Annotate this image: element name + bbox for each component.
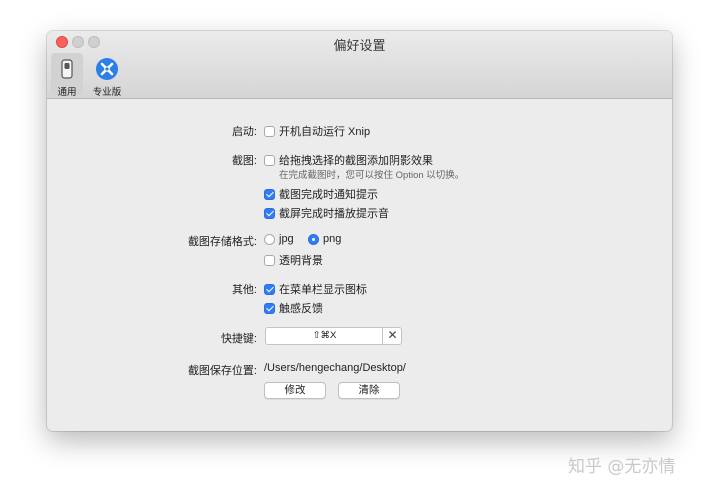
notify-option[interactable]: 截图完成时通知提示: [264, 186, 378, 202]
transparent-option[interactable]: 透明背景: [264, 252, 323, 268]
screenshot-label: 截图:: [231, 155, 257, 167]
launch-at-login-checkbox[interactable]: [264, 125, 275, 137]
shadow-option[interactable]: 给拖拽选择的截图添加阴影效果: [264, 152, 433, 168]
jpg-label: jpg: [279, 233, 294, 245]
tab-general[interactable]: 通用: [51, 53, 83, 98]
tab-pro-label: 专业版: [92, 87, 122, 98]
notify-checkbox[interactable]: [264, 188, 275, 200]
preferences-window: 偏好设置 通用 专业版 启动: 开机自动运行 Xnip 截图: 给拖拽选择的截图…: [47, 31, 672, 431]
other-label: 其他:: [231, 284, 257, 296]
menubar-checkbox[interactable]: [264, 283, 275, 295]
format-jpg-option[interactable]: jpg: [264, 233, 294, 245]
transparent-checkbox[interactable]: [264, 254, 275, 266]
png-radio[interactable]: [308, 233, 319, 245]
clear-location-button[interactable]: 清除: [338, 382, 400, 399]
haptic-checkbox[interactable]: [264, 302, 275, 314]
menubar-option-label: 在菜单栏显示图标: [279, 284, 367, 296]
title-bar: 偏好设置 通用 专业版: [47, 31, 672, 99]
shortcut-label: 快捷键:: [220, 333, 257, 345]
format-label: 截图存储格式:: [187, 236, 257, 248]
modify-location-button[interactable]: 修改: [264, 382, 326, 399]
transparent-option-label: 透明背景: [279, 255, 323, 267]
haptic-option[interactable]: 触感反馈: [264, 300, 323, 316]
jpg-radio[interactable]: [264, 233, 275, 245]
shortcut-value: ⇧⌘X: [312, 330, 337, 341]
sound-option-label: 截屏完成时播放提示音: [279, 208, 389, 220]
tab-pro[interactable]: 专业版: [84, 53, 130, 98]
sound-checkbox[interactable]: [264, 207, 275, 219]
watermark: 知乎 @无亦情: [568, 457, 676, 477]
png-label: png: [323, 233, 342, 245]
notify-option-label: 截图完成时通知提示: [279, 189, 378, 201]
tab-general-label: 通用: [57, 87, 77, 98]
tools-icon: [96, 58, 118, 80]
startup-option[interactable]: 开机自动运行 Xnip: [264, 123, 370, 139]
save-location-label: 截图保存位置:: [187, 365, 257, 377]
menubar-option[interactable]: 在菜单栏显示图标: [264, 281, 367, 297]
launch-at-login-label: 开机自动运行 Xnip: [279, 126, 371, 138]
haptic-option-label: 触感反馈: [279, 303, 323, 315]
switch-icon: [61, 59, 73, 79]
startup-label: 启动:: [231, 126, 257, 138]
shadow-checkbox[interactable]: [264, 154, 275, 166]
sound-option[interactable]: 截屏完成时播放提示音: [264, 205, 389, 221]
save-location-path: /Users/hengechang/Desktop/: [264, 362, 406, 374]
general-settings-panel: 启动: 开机自动运行 Xnip 截图: 给拖拽选择的截图添加阴影效果 在完成截图…: [47, 99, 672, 431]
shadow-option-label: 给拖拽选择的截图添加阴影效果: [279, 155, 433, 167]
clear-shortcut-icon[interactable]: ✕: [382, 327, 402, 345]
shadow-hint: 在完成截图时，您可以按住 Option 以切换。: [279, 170, 465, 181]
format-png-option[interactable]: png: [308, 233, 341, 245]
window-title: 偏好设置: [333, 38, 386, 53]
